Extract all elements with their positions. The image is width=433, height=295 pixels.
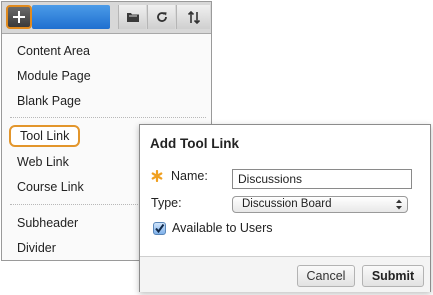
menu-item-tool-link[interactable]: Tool Link [9,125,81,147]
type-select[interactable]: Discussion Board [232,196,408,213]
cancel-button[interactable]: Cancel [297,265,355,287]
folder-icon [126,13,139,22]
menu-divider [10,117,206,118]
type-select-value: Discussion Board [242,198,332,210]
sort-icon [187,10,200,24]
menu-item-content-area[interactable]: Content Area [17,42,90,60]
name-field[interactable] [232,169,412,189]
add-tool-link-dialog: Add Tool Link Name: Type: Discussion Boa… [139,124,431,292]
menu-item-web-link[interactable]: Web Link [17,153,69,171]
type-label: Type: [151,196,182,210]
add-menu-item-button[interactable] [6,5,32,29]
menu-item-divider[interactable]: Divider [17,239,56,257]
course-menu-toolbar [2,2,211,34]
add-icon [13,11,25,23]
name-label: Name: [171,169,208,183]
available-to-users-label: Available to Users [172,221,273,235]
toolbar-highlight [32,5,110,29]
menu-item-blank-page[interactable]: Blank Page [17,92,81,110]
create-folder-button[interactable] [118,5,146,29]
dialog-title: Add Tool Link [150,136,239,151]
refresh-button[interactable] [147,5,175,29]
menu-item-subheader[interactable]: Subheader [17,214,78,232]
required-asterisk-icon [151,170,163,182]
checkmark-icon [155,223,165,234]
menu-item-module-page[interactable]: Module Page [17,67,91,85]
refresh-icon [156,12,167,22]
menu-item-course-link[interactable]: Course Link [17,178,84,196]
select-arrows-icon [396,199,402,210]
submit-button[interactable]: Submit [362,265,424,287]
dialog-footer: Cancel Submit [140,256,430,292]
available-to-users-checkbox[interactable] [153,222,166,235]
reorder-button[interactable] [176,5,210,29]
